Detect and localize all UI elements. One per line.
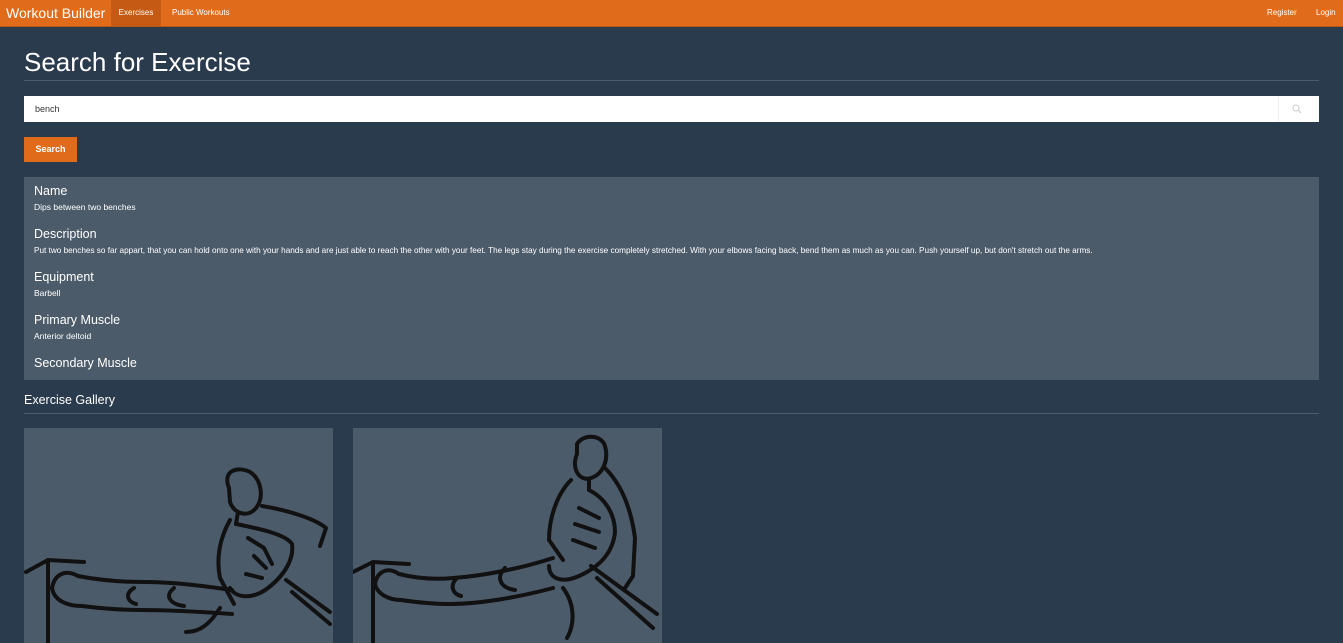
- gallery-image-1[interactable]: [24, 428, 333, 643]
- top-navbar: Workout Builder Exercises Public Workout…: [0, 0, 1343, 27]
- nav-public-workouts[interactable]: Public Workouts: [172, 0, 230, 26]
- gallery-image-2[interactable]: [353, 428, 662, 643]
- bench-dip-lowered-illustration: [24, 467, 332, 643]
- search-divider: [1278, 96, 1279, 122]
- gallery-divider: [24, 413, 1319, 414]
- search-input[interactable]: [24, 96, 1274, 122]
- name-label: Name: [34, 184, 68, 198]
- title-divider: [24, 80, 1319, 81]
- exercise-details-panel: Name Dips between two benches Descriptio…: [24, 177, 1319, 380]
- search-icon[interactable]: [1292, 104, 1302, 114]
- search-button[interactable]: Search: [24, 137, 77, 162]
- search-bar: [24, 96, 1319, 122]
- nav-register[interactable]: Register: [1267, 0, 1297, 26]
- nav-exercises[interactable]: Exercises: [111, 0, 161, 26]
- name-value: Dips between two benches: [34, 202, 136, 212]
- page-title: Search for Exercise: [24, 47, 251, 77]
- bench-dip-raised-illustration: [353, 434, 659, 643]
- brand-logo[interactable]: Workout Builder: [6, 4, 105, 22]
- secondary-muscle-label: Secondary Muscle: [34, 356, 137, 370]
- description-label: Description: [34, 227, 97, 241]
- description-value: Put two benches so far appart, that you …: [34, 246, 1093, 255]
- equipment-value: Barbell: [34, 288, 61, 298]
- nav-login[interactable]: Login: [1316, 0, 1336, 26]
- primary-muscle-label: Primary Muscle: [34, 313, 121, 327]
- gallery-title: Exercise Gallery: [24, 393, 115, 407]
- primary-muscle-value: Anterior deltoid: [34, 331, 92, 341]
- equipment-label: Equipment: [34, 270, 94, 284]
